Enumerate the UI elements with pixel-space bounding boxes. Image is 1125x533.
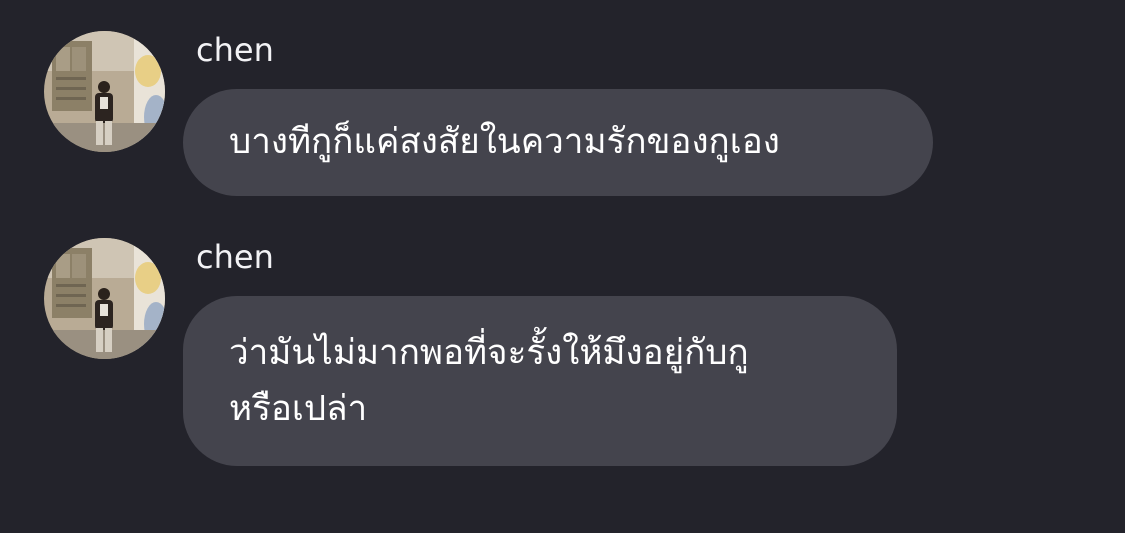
sender-name: chen — [196, 238, 274, 276]
message-bubble[interactable]: ว่ามันไม่มากพอที่จะรั้งให้มึงอยู่กับกู ห… — [183, 296, 897, 466]
profile-photo-icon — [44, 31, 165, 152]
message-bubble[interactable]: บางทีกูก็แค่สงสัยในความรักของกูเอง — [183, 89, 933, 196]
avatar[interactable] — [44, 31, 165, 152]
sender-name: chen — [196, 31, 274, 69]
chat-thread: chen บางทีกูก็แค่สงสัยในความรักของกูเอง — [0, 0, 1125, 533]
profile-photo-icon — [44, 238, 165, 359]
avatar[interactable] — [44, 238, 165, 359]
